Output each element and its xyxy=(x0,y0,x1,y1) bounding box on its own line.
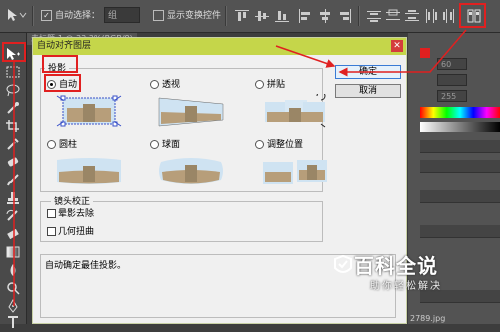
show-transform-checkbox[interactable]: 显示变换控件 xyxy=(153,8,221,24)
collage-preview-image xyxy=(261,91,329,128)
eraser-tool-icon[interactable] xyxy=(5,227,21,241)
watermark-title: 百科全说 xyxy=(354,254,438,278)
align-right-icon[interactable] xyxy=(337,8,353,24)
distribute-center-icon[interactable] xyxy=(385,8,401,24)
options-bar: ✓ 自动选择： 组 显示变换控件 xyxy=(0,0,500,33)
cancel-button[interactable]: 取消 xyxy=(335,84,401,98)
align-top-icon[interactable] xyxy=(234,8,250,24)
radio-reposition[interactable]: 调整位置 xyxy=(255,139,303,151)
dialog-title-bar: 自动对齐图层 ✕ xyxy=(33,38,406,55)
cylindrical-preview-image xyxy=(55,154,123,188)
dialog-title: 自动对齐图层 xyxy=(37,41,92,51)
spherical-preview-image xyxy=(157,154,225,188)
eyedropper-tool-icon[interactable] xyxy=(5,137,21,151)
radio-collage[interactable]: 拼贴 xyxy=(255,79,285,91)
crop-tool-icon[interactable] xyxy=(5,119,21,133)
projection-highlight xyxy=(42,55,78,73)
move-tool-highlight xyxy=(2,42,26,62)
color-field-2[interactable] xyxy=(437,74,467,86)
watermark-logo-icon xyxy=(334,254,352,273)
move-tool-preset-icon[interactable] xyxy=(5,8,27,24)
watermark-subtitle: 助你轻松解决 xyxy=(370,281,442,292)
radio-perspective[interactable]: 透视 xyxy=(150,79,180,91)
reposition-preview-image xyxy=(261,154,329,188)
align-vertical-center-icon[interactable] xyxy=(254,8,270,24)
auto-radio-highlight xyxy=(44,74,81,92)
vignette-removal-checkbox[interactable]: 晕影去除 xyxy=(47,208,94,220)
auto-preview-image xyxy=(55,94,123,128)
quick-select-tool-icon[interactable] xyxy=(5,101,21,115)
auto-select-dropdown[interactable]: 组 xyxy=(104,7,140,23)
healing-brush-tool-icon[interactable] xyxy=(5,155,21,169)
color-spectrum-bar[interactable] xyxy=(420,107,500,118)
align-bottom-icon[interactable] xyxy=(274,8,290,24)
auto-align-highlight xyxy=(459,3,486,28)
align-horizontal-center-icon[interactable] xyxy=(317,8,333,24)
distribute-top-icon[interactable] xyxy=(366,8,382,24)
close-icon[interactable]: ✕ xyxy=(391,40,403,52)
align-left-icon[interactable] xyxy=(297,8,313,24)
ok-button[interactable]: 确定 xyxy=(335,65,401,79)
lasso-tool-icon[interactable] xyxy=(5,83,21,97)
radio-spherical[interactable]: 球面 xyxy=(150,139,180,151)
watermark: 百科全说 助你轻松解决 xyxy=(332,250,472,298)
panel-row[interactable] xyxy=(420,140,500,153)
panel-row[interactable] xyxy=(420,190,500,203)
geometric-distortion-checkbox[interactable]: 几何扭曲 xyxy=(47,226,94,238)
brush-tool-icon[interactable] xyxy=(5,173,21,187)
grayscale-bar[interactable] xyxy=(420,122,500,132)
panel-row[interactable] xyxy=(420,160,500,173)
color-swatch-red[interactable] xyxy=(420,48,430,58)
separator xyxy=(225,6,227,26)
distribute-right-icon[interactable] xyxy=(441,8,457,24)
auto-select-checkbox[interactable]: ✓ 自动选择： xyxy=(41,8,100,24)
panel-row[interactable] xyxy=(420,225,500,238)
distribute-bottom-icon[interactable] xyxy=(404,8,420,24)
separator xyxy=(32,6,34,26)
radio-cylindrical[interactable]: 圆柱 xyxy=(47,139,77,151)
color-field-3[interactable]: 255 xyxy=(437,90,467,102)
marquee-tool-icon[interactable] xyxy=(5,65,21,79)
tools-panel xyxy=(0,33,27,328)
checkmark-icon: ✓ xyxy=(41,10,52,21)
clone-stamp-tool-icon[interactable] xyxy=(5,191,21,205)
history-brush-tool-icon[interactable] xyxy=(5,209,21,223)
blur-tool-icon[interactable] xyxy=(5,263,21,277)
distribute-left-icon[interactable] xyxy=(423,8,439,24)
type-tool-icon[interactable] xyxy=(5,315,21,329)
color-field-1[interactable]: 60 xyxy=(437,58,467,70)
pen-tool-icon[interactable] xyxy=(5,298,21,313)
perspective-preview-image xyxy=(157,94,225,128)
dodge-tool-icon[interactable] xyxy=(5,281,21,295)
lens-correction-legend: 镜头校正 xyxy=(51,194,94,207)
layer-file-label: 2789.jpg xyxy=(410,314,446,323)
separator xyxy=(358,6,360,26)
gradient-tool-icon[interactable] xyxy=(5,245,21,259)
